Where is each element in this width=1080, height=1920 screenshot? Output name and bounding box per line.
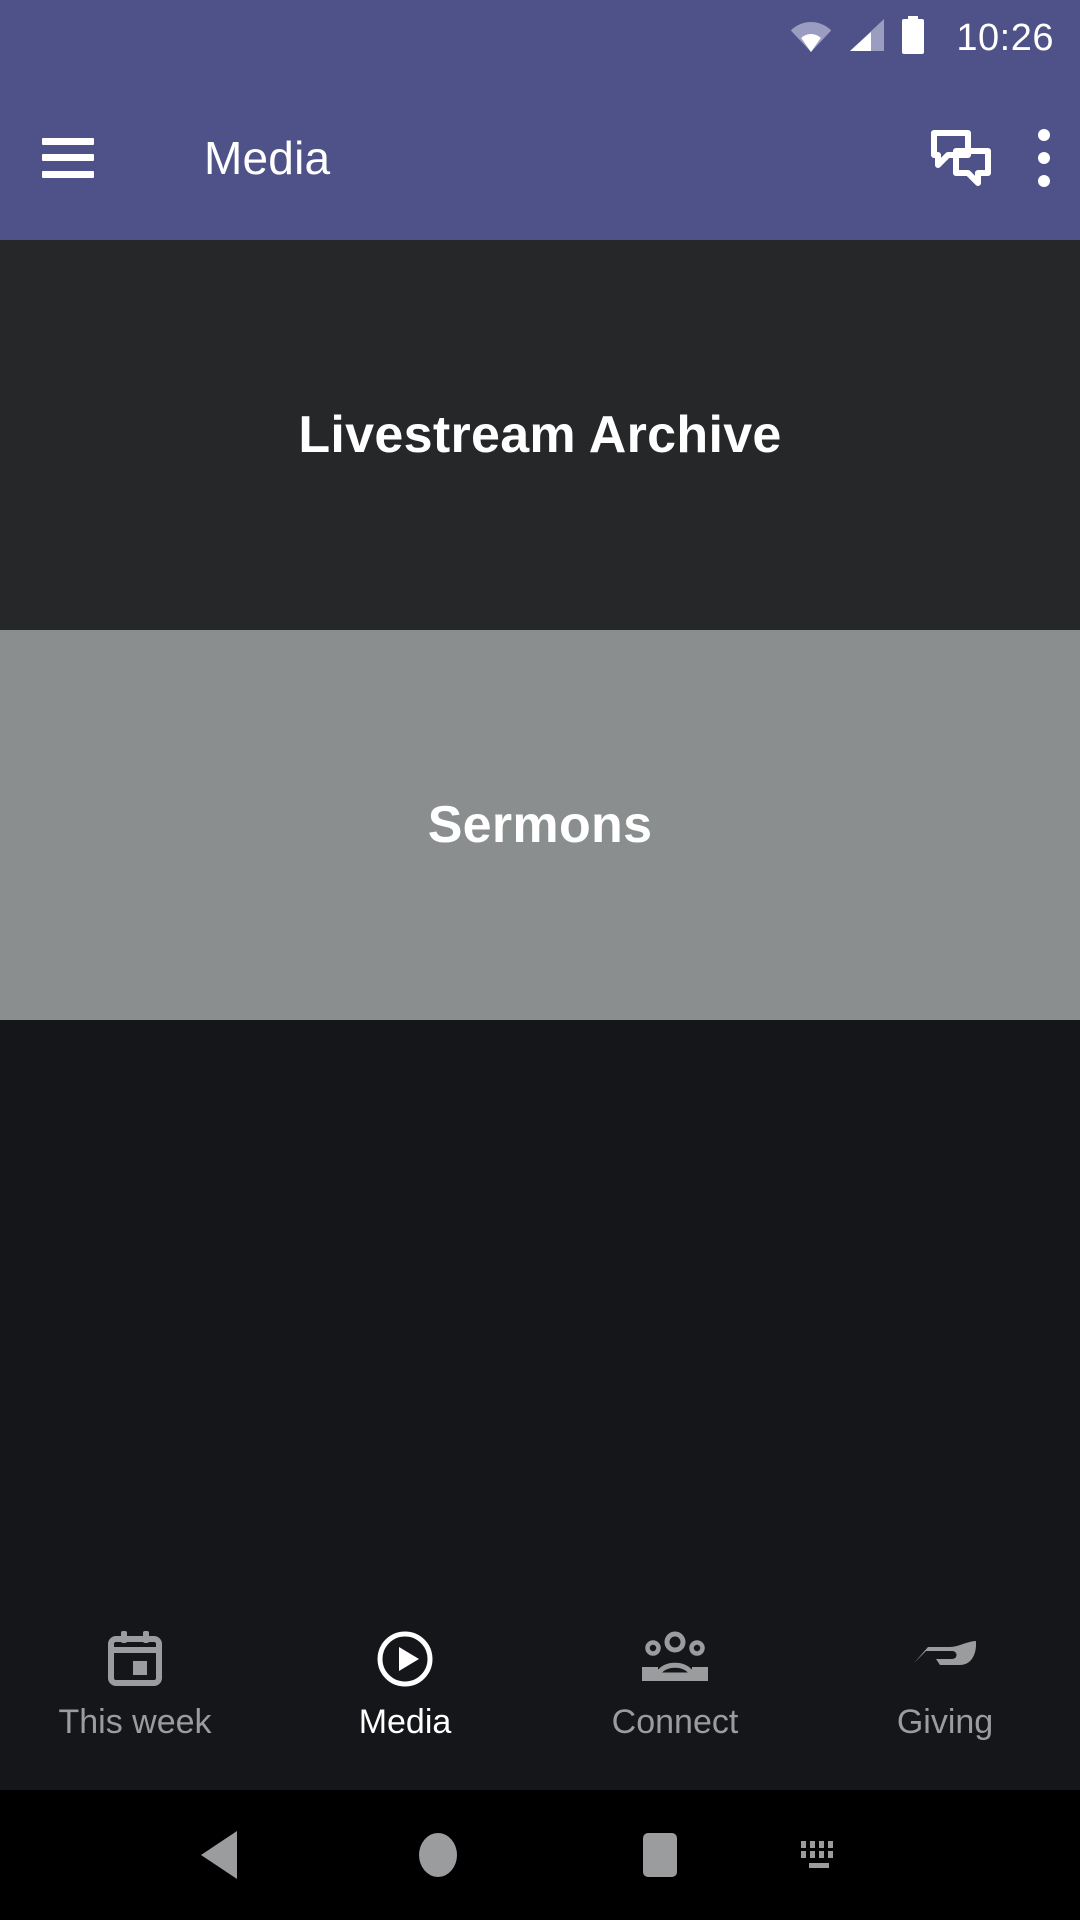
- page-title: Media: [204, 131, 331, 184]
- nav-tab-connect[interactable]: Connect: [540, 1627, 810, 1739]
- media-card-livestream-archive[interactable]: Livestream Archive: [0, 240, 1080, 630]
- nav-tab-label: Media: [358, 1703, 452, 1741]
- status-bar: 10:26: [0, 0, 1080, 75]
- media-card-sermons[interactable]: Sermons: [0, 630, 1080, 1020]
- nav-tab-label: Connect: [611, 1703, 739, 1741]
- media-card-title: Sermons: [427, 796, 653, 854]
- app-bar-actions: [930, 128, 1050, 187]
- home-circle-icon[interactable]: [415, 1829, 461, 1881]
- battery-icon: [900, 16, 926, 59]
- android-system-nav-bar: [0, 1790, 1080, 1920]
- nav-tab-label: Giving: [896, 1703, 994, 1741]
- hamburger-menu-icon[interactable]: [42, 137, 94, 178]
- keyboard-icon[interactable]: [795, 1835, 843, 1875]
- nav-tab-giving[interactable]: Giving: [810, 1627, 1080, 1739]
- play-circle-icon: [375, 1627, 435, 1691]
- more-vert-icon[interactable]: [1038, 128, 1050, 187]
- nav-tab-this-week[interactable]: This week: [0, 1627, 270, 1739]
- bottom-navigation-bar: This week Media Connect Giving: [0, 1615, 1080, 1790]
- wifi-icon: [790, 18, 832, 57]
- back-triangle-icon[interactable]: [197, 1829, 243, 1881]
- content-empty-area: [0, 1020, 1080, 1615]
- cell-signal-icon: [846, 18, 886, 57]
- nav-tab-media[interactable]: Media: [270, 1627, 540, 1739]
- recents-square-icon[interactable]: [637, 1829, 683, 1881]
- people-group-icon: [640, 1627, 710, 1691]
- status-time: 10:26: [956, 16, 1054, 59]
- nav-tab-label: This week: [58, 1703, 212, 1741]
- open-hand-icon: [910, 1627, 980, 1691]
- app-bar: Media: [0, 75, 1080, 240]
- chat-bubbles-icon[interactable]: [930, 129, 992, 187]
- media-card-title: Livestream Archive: [298, 406, 782, 464]
- calendar-icon: [105, 1627, 165, 1691]
- main-content: Livestream Archive Sermons This week Med…: [0, 240, 1080, 1790]
- status-icon-group: 10:26: [790, 16, 1054, 59]
- phone-screen: 10:26 Media Livestream Archive Sermons T…: [0, 0, 1080, 1920]
